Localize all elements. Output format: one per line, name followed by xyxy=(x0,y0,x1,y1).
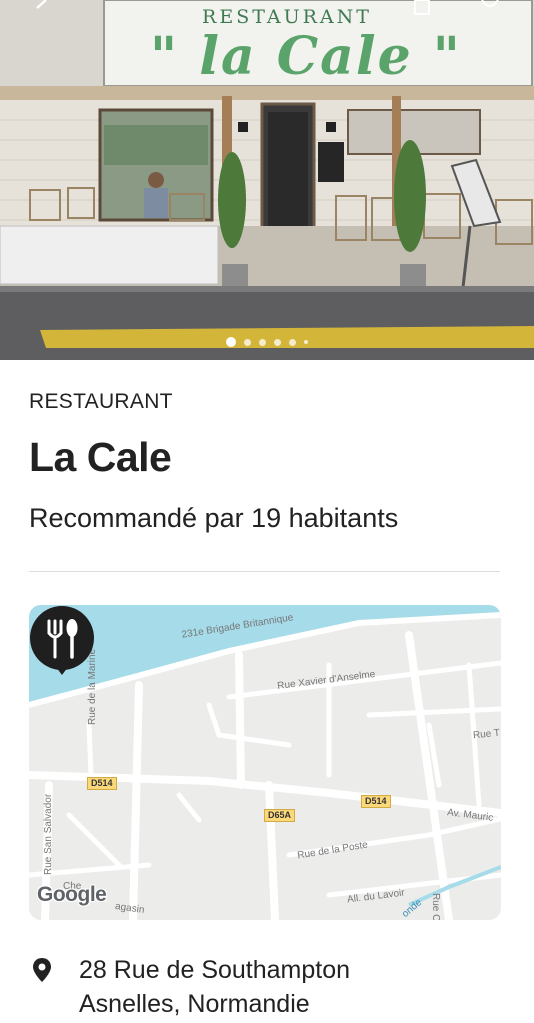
google-logo: Google xyxy=(37,883,107,906)
fork-knife-icon[interactable] xyxy=(29,605,95,677)
sign-top-text: RESTAURANT xyxy=(202,6,372,28)
sign-main-text: " la Cale " xyxy=(150,26,462,87)
location-pin-icon xyxy=(33,958,51,982)
heart-icon[interactable] xyxy=(476,0,504,20)
address-line-2: Asnelles, Normandie xyxy=(79,990,310,1018)
pagination-dot[interactable] xyxy=(304,340,308,344)
road-badge-d514: D514 xyxy=(361,795,391,808)
location-map[interactable]: 231e Brigade Britannique Rue Xavier d'An… xyxy=(29,605,501,920)
street-label: Rue San Salvador xyxy=(43,793,54,875)
road-badge-d514: D514 xyxy=(87,777,117,790)
place-title: La Cale xyxy=(29,434,172,480)
map-background xyxy=(29,605,501,920)
address-line-1: 28 Rue de Southampton xyxy=(79,956,351,984)
hero-photo[interactable]: RESTAURANT " la Cale " xyxy=(0,0,534,360)
pagination-dot-active[interactable] xyxy=(226,337,236,347)
street-label: Rue C xyxy=(430,893,441,920)
place-category: RESTAURANT xyxy=(29,390,173,413)
recommendation-text: Recommandé par 19 habitants xyxy=(29,503,399,533)
pagination-dot[interactable] xyxy=(259,338,266,346)
road-badge-d65a: D65A xyxy=(264,809,296,822)
back-arrow-icon[interactable] xyxy=(28,0,56,20)
share-icon[interactable] xyxy=(408,0,436,20)
divider xyxy=(29,571,500,572)
pagination-dot[interactable] xyxy=(274,338,281,346)
photo-pagination[interactable] xyxy=(0,337,534,347)
pagination-dot[interactable] xyxy=(244,338,251,346)
pagination-dot[interactable] xyxy=(289,338,296,346)
